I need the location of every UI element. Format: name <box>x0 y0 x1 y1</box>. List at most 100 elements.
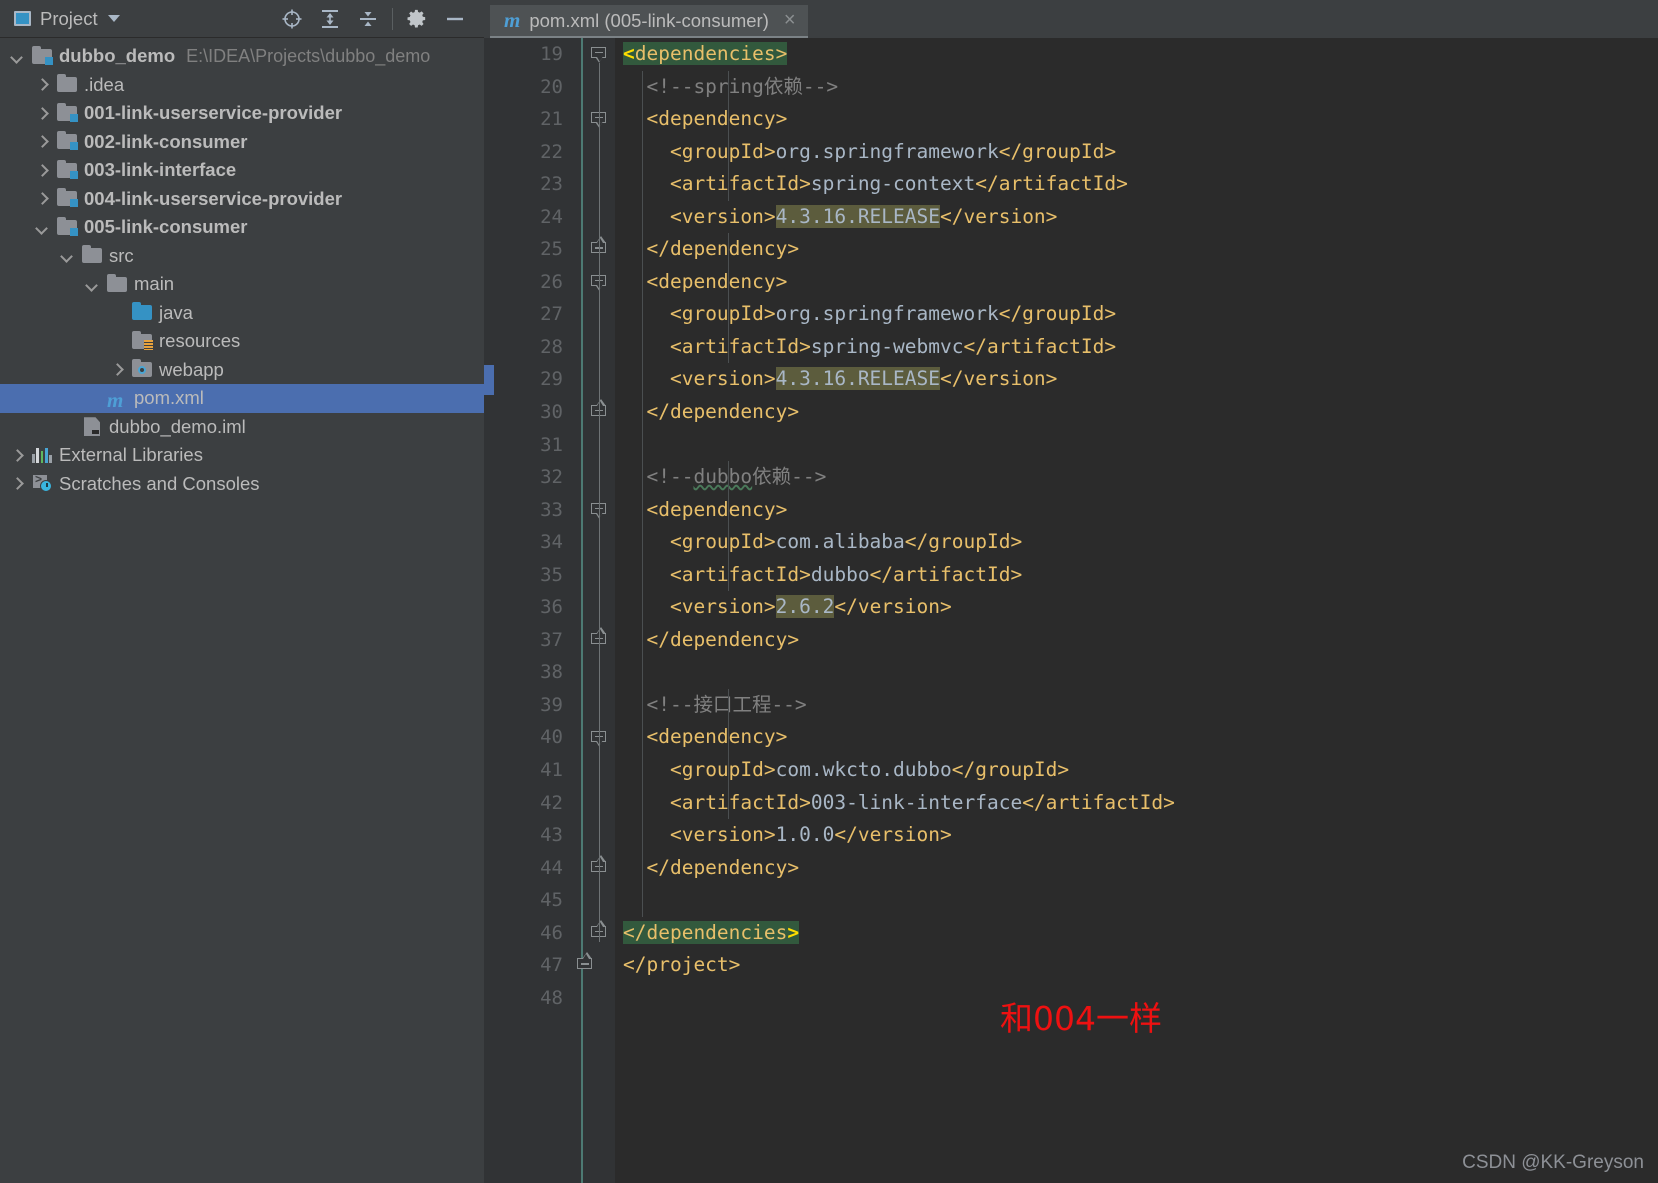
chevron-down-icon[interactable] <box>87 279 98 290</box>
source-folder-icon <box>132 302 152 321</box>
code-folding-gutter[interactable] <box>577 38 615 1183</box>
tree-item-dubbo-demo-iml[interactable]: dubbo_demo.iml <box>0 413 484 442</box>
code-line[interactable]: </dependency> <box>623 233 1658 266</box>
vcs-change-marker[interactable] <box>484 364 494 395</box>
settings-gear-icon <box>407 9 425 28</box>
code-line[interactable]: <!--spring依赖--> <box>623 71 1658 104</box>
chevron-right-icon[interactable] <box>37 79 48 90</box>
code-token: <artifactId> <box>669 172 811 196</box>
tree-item-pom-xml[interactable]: m pom.xml <box>0 384 484 413</box>
line-number: 26 <box>540 270 563 293</box>
code-line[interactable]: </dependency> <box>623 624 1658 657</box>
project-tool-button[interactable]: Project <box>14 8 98 30</box>
chevron-right-icon[interactable] <box>37 193 48 204</box>
code-line[interactable]: <groupId>com.alibaba</groupId> <box>623 526 1658 559</box>
tree-item-java[interactable]: java <box>0 299 484 328</box>
project-window-icon <box>14 11 31 26</box>
line-number-gutter: 19 20 21 22 23 24 25 26 27 28 29 30 31 32 33 34 35 36 37 38… <box>484 38 577 1183</box>
line-number: 38 <box>540 661 563 684</box>
editor-tab-bar: m pom.xml (005-link-consumer) × <box>484 0 1658 38</box>
idea-window: Project dubbo_demo E:\IDEA\Projects\dubb… <box>0 0 1658 1183</box>
minimize-button[interactable] <box>436 4 474 34</box>
indent-guide <box>728 689 730 820</box>
locate-target-button[interactable] <box>273 4 311 34</box>
module-folder-icon <box>57 159 78 179</box>
chevron-down-icon[interactable] <box>107 15 120 22</box>
chevron-down-icon[interactable] <box>37 222 48 233</box>
code-line[interactable]: <groupId>org.springframework</groupId> <box>623 298 1658 331</box>
expand-all-button[interactable] <box>311 4 349 34</box>
code-line[interactable] <box>623 656 1658 689</box>
chevron-right-icon[interactable] <box>37 165 48 176</box>
code-line[interactable]: <artifactId>dubbo</artifactId> <box>623 559 1658 592</box>
code-token: <artifactId> <box>669 562 811 586</box>
project-path: E:\IDEA\Projects\dubbo_demo <box>186 45 431 66</box>
tab-pom-xml[interactable]: m pom.xml (005-link-consumer) × <box>490 5 808 38</box>
line-number: 32 <box>540 466 563 489</box>
code-line[interactable]: </dependency> <box>623 852 1658 885</box>
settings-button[interactable] <box>398 4 436 34</box>
locate-target-icon <box>282 9 302 28</box>
tree-item-005-link-consumer[interactable]: 005-link-consumer <box>0 213 484 242</box>
code-line[interactable]: <artifactId>spring-context</artifactId> <box>623 168 1658 201</box>
tree-item-external-libraries[interactable]: External Libraries <box>0 441 484 470</box>
code-token: <version> <box>669 595 776 619</box>
code-token: <artifactId> <box>669 790 811 814</box>
tree-item-001-link-userservice-provider[interactable]: 001-link-userservice-provider <box>0 99 484 128</box>
collapse-all-button[interactable] <box>349 4 387 34</box>
expand-all-icon <box>322 9 338 28</box>
chevron-right-icon[interactable] <box>112 364 123 375</box>
code-line[interactable]: <!--接口工程--> <box>623 689 1658 722</box>
tree-item-label: 003-link-interface <box>84 159 237 181</box>
chevron-down-icon[interactable] <box>62 250 73 261</box>
tree-item-resources[interactable]: resources <box>0 327 484 356</box>
chevron-right-icon[interactable] <box>12 478 23 489</box>
code-line[interactable]: <!--dubbo依赖--> <box>623 461 1658 494</box>
line-number: 25 <box>540 238 563 261</box>
code-line[interactable]: <artifactId>spring-webmvc</artifactId> <box>623 331 1658 364</box>
tree-item-002-link-consumer[interactable]: 002-link-consumer <box>0 128 484 157</box>
tree-item-004-link-userservice-provider[interactable]: 004-link-userservice-provider <box>0 185 484 214</box>
code-line[interactable]: </project> <box>623 949 1658 982</box>
tree-item-main[interactable]: main <box>0 270 484 299</box>
code-line[interactable]: </dependency> <box>623 396 1658 429</box>
indent-guide <box>728 461 730 592</box>
tree-item-scratches-and-consoles[interactable]: Scratches and Consoles <box>0 470 484 499</box>
chevron-right-icon[interactable] <box>37 136 48 147</box>
code-line[interactable] <box>623 429 1658 462</box>
code-line[interactable]: <version>4.3.16.RELEASE</version> <box>623 363 1658 396</box>
fold-close-icon[interactable] <box>577 952 594 975</box>
code-line[interactable]: <version>2.6.2</version> <box>623 591 1658 624</box>
code-token: </artifactId> <box>1022 790 1175 814</box>
code-line[interactable]: <groupId>com.wkcto.dubbo</groupId> <box>623 754 1658 787</box>
project-tree[interactable]: dubbo_demo E:\IDEA\Projects\dubbo_demo .id… <box>0 38 484 1183</box>
tree-item--idea[interactable]: .idea <box>0 71 484 100</box>
close-icon[interactable]: × <box>784 9 796 32</box>
fold-open-icon[interactable] <box>591 47 608 64</box>
code-line[interactable]: </dependencies> <box>623 917 1658 950</box>
code-line[interactable]: <version>4.3.16.RELEASE</version> <box>623 201 1658 234</box>
tree-item-003-link-interface[interactable]: 003-link-interface <box>0 156 484 185</box>
module-folder-icon <box>57 102 78 122</box>
code-token: <groupId> <box>669 302 776 326</box>
tree-item-dubbo-demo[interactable]: dubbo_demo E:\IDEA\Projects\dubbo_demo <box>0 42 484 71</box>
tree-item-webapp[interactable]: webapp <box>0 356 484 385</box>
code-line[interactable]: <groupId>org.springframework</groupId> <box>623 136 1658 169</box>
chevron-down-icon[interactable] <box>12 51 23 62</box>
code-line[interactable] <box>623 884 1658 917</box>
code-line[interactable]: <dependency> <box>623 266 1658 299</box>
tree-item-src[interactable]: src <box>0 242 484 271</box>
chevron-right-icon[interactable] <box>37 108 48 119</box>
tree-item-label: webapp <box>159 358 224 380</box>
code-line[interactable]: <dependencies> <box>623 38 1658 71</box>
code-line[interactable]: <artifactId>003-link-interface</artifact… <box>623 787 1658 820</box>
code-line[interactable]: <dependency> <box>623 103 1658 136</box>
code-line[interactable]: <version>1.0.0</version> <box>623 819 1658 852</box>
code-line[interactable]: <dependency> <box>623 494 1658 527</box>
chevron-right-icon[interactable] <box>12 450 23 461</box>
code-line[interactable]: <dependency> <box>623 721 1658 754</box>
